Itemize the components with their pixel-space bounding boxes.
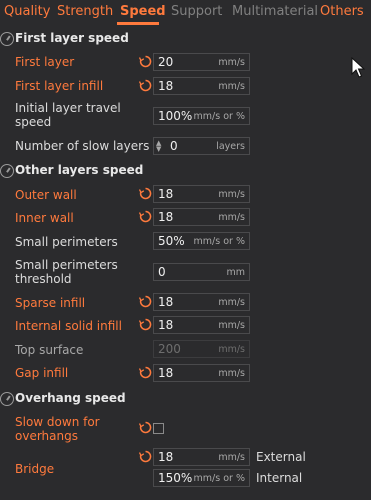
small-perimeters-label: Small perimeters [15, 235, 118, 249]
gap-infill-input[interactable]: 18 mm/s [153, 364, 250, 382]
mouse-cursor-icon [351, 56, 366, 83]
value: 100% [158, 109, 193, 123]
unit: mm/s [218, 57, 245, 68]
reset-icon[interactable] [139, 187, 153, 201]
value: 18 [158, 366, 174, 380]
bridge-label: Bridge [15, 462, 55, 476]
section-first-layer-speed: First layer speed [0, 31, 371, 49]
value: 18 [158, 210, 174, 224]
unit: mm/s [218, 452, 245, 463]
bridge-external-input[interactable]: 18 mm/s [153, 448, 250, 466]
value: 18 [158, 79, 174, 93]
unit: mm/s or % [193, 473, 245, 484]
slow-down-overhangs-label: Slow down for overhangs [15, 415, 100, 443]
small-perimeters-threshold-label: Small perimeters threshold [15, 258, 118, 286]
small-perimeters-threshold-input[interactable]: 0 mm [153, 263, 250, 281]
reset-icon[interactable] [139, 295, 153, 309]
unit: mm/s or % [193, 236, 245, 247]
reset-icon[interactable] [139, 450, 153, 464]
spin-arrows-icon[interactable]: ▲ ▼ [156, 140, 164, 153]
slow-down-overhangs-checkbox[interactable] [153, 423, 164, 434]
unit: layers [216, 141, 245, 152]
top-surface-label: Top surface [15, 343, 84, 357]
reset-icon[interactable] [139, 79, 153, 93]
reset-icon[interactable] [139, 55, 153, 69]
sparse-infill-input[interactable]: 18 mm/s [153, 293, 250, 311]
reset-icon[interactable] [139, 421, 153, 435]
first-layer-label: First layer [15, 55, 75, 69]
outer-wall-label: Outer wall [15, 188, 77, 202]
unit: mm/s [218, 320, 245, 331]
active-tab-indicator [117, 22, 159, 25]
speedometer-icon [0, 32, 14, 46]
section-overhang-speed: Overhang speed [0, 391, 371, 409]
slow-layers-label: Number of slow layers [15, 139, 150, 153]
reset-icon[interactable] [139, 210, 153, 224]
first-layer-infill-input[interactable]: 18 mm/s [153, 77, 250, 95]
reset-icon[interactable] [139, 366, 153, 380]
section-title: First layer speed [15, 31, 129, 45]
value: 18 [158, 295, 174, 309]
speedometer-icon [0, 392, 14, 406]
value: 150% [158, 471, 193, 485]
speedometer-icon [0, 164, 14, 178]
small-perimeters-input[interactable]: 50% mm/s or % [153, 232, 250, 250]
value: 18 [158, 318, 174, 332]
unit: mm/s [218, 81, 245, 92]
internal-solid-infill-input[interactable]: 18 mm/s [153, 316, 250, 334]
unit: mm/s [218, 368, 245, 379]
inner-wall-label: Inner wall [15, 211, 74, 225]
unit: mm/s [218, 212, 245, 223]
tab-strength[interactable]: Strength [57, 4, 113, 19]
section-title: Other layers speed [15, 163, 144, 177]
sparse-infill-label: Sparse infill [15, 296, 86, 310]
first-layer-infill-label: First layer infill [15, 79, 104, 93]
gap-infill-label: Gap infill [15, 366, 69, 380]
value: 18 [158, 187, 174, 201]
value: 18 [158, 450, 174, 464]
tab-quality[interactable]: Quality [4, 4, 50, 19]
tab-speed[interactable]: Speed [120, 4, 166, 19]
value: 200 [158, 342, 181, 356]
section-other-layers-speed: Other layers speed [0, 163, 371, 181]
bridge-internal-label: Internal [256, 471, 303, 485]
internal-solid-infill-label: Internal solid infill [15, 319, 122, 333]
outer-wall-input[interactable]: 18 mm/s [153, 185, 250, 203]
initial-layer-travel-label: Initial layer travel speed [15, 101, 121, 129]
bridge-internal-input[interactable]: 150% mm/s or % [153, 469, 250, 487]
value: 20 [158, 55, 174, 69]
unit: mm/s [218, 344, 245, 355]
bridge-external-label: External [256, 450, 306, 464]
slow-layers-spinner[interactable]: ▲ ▼ 0 layers [153, 137, 250, 155]
top-surface-input: 200 mm/s [153, 340, 250, 358]
tab-bar: Quality Strength Speed Support Multimate… [0, 0, 371, 26]
unit: mm/s [218, 297, 245, 308]
unit: mm/s [218, 189, 245, 200]
unit: mm/s or % [193, 111, 245, 122]
reset-icon[interactable] [139, 318, 153, 332]
unit: mm [226, 267, 245, 278]
section-title: Overhang speed [15, 391, 126, 405]
initial-layer-travel-input[interactable]: 100% mm/s or % [153, 107, 250, 125]
tab-others[interactable]: Others [320, 4, 364, 19]
value: 0 [170, 139, 178, 153]
first-layer-input[interactable]: 20 mm/s [153, 53, 250, 71]
value: 50% [158, 234, 185, 248]
tab-multimaterial[interactable]: Multimaterial [232, 4, 318, 19]
inner-wall-input[interactable]: 18 mm/s [153, 208, 250, 226]
tab-support[interactable]: Support [171, 4, 222, 19]
value: 0 [158, 265, 166, 279]
